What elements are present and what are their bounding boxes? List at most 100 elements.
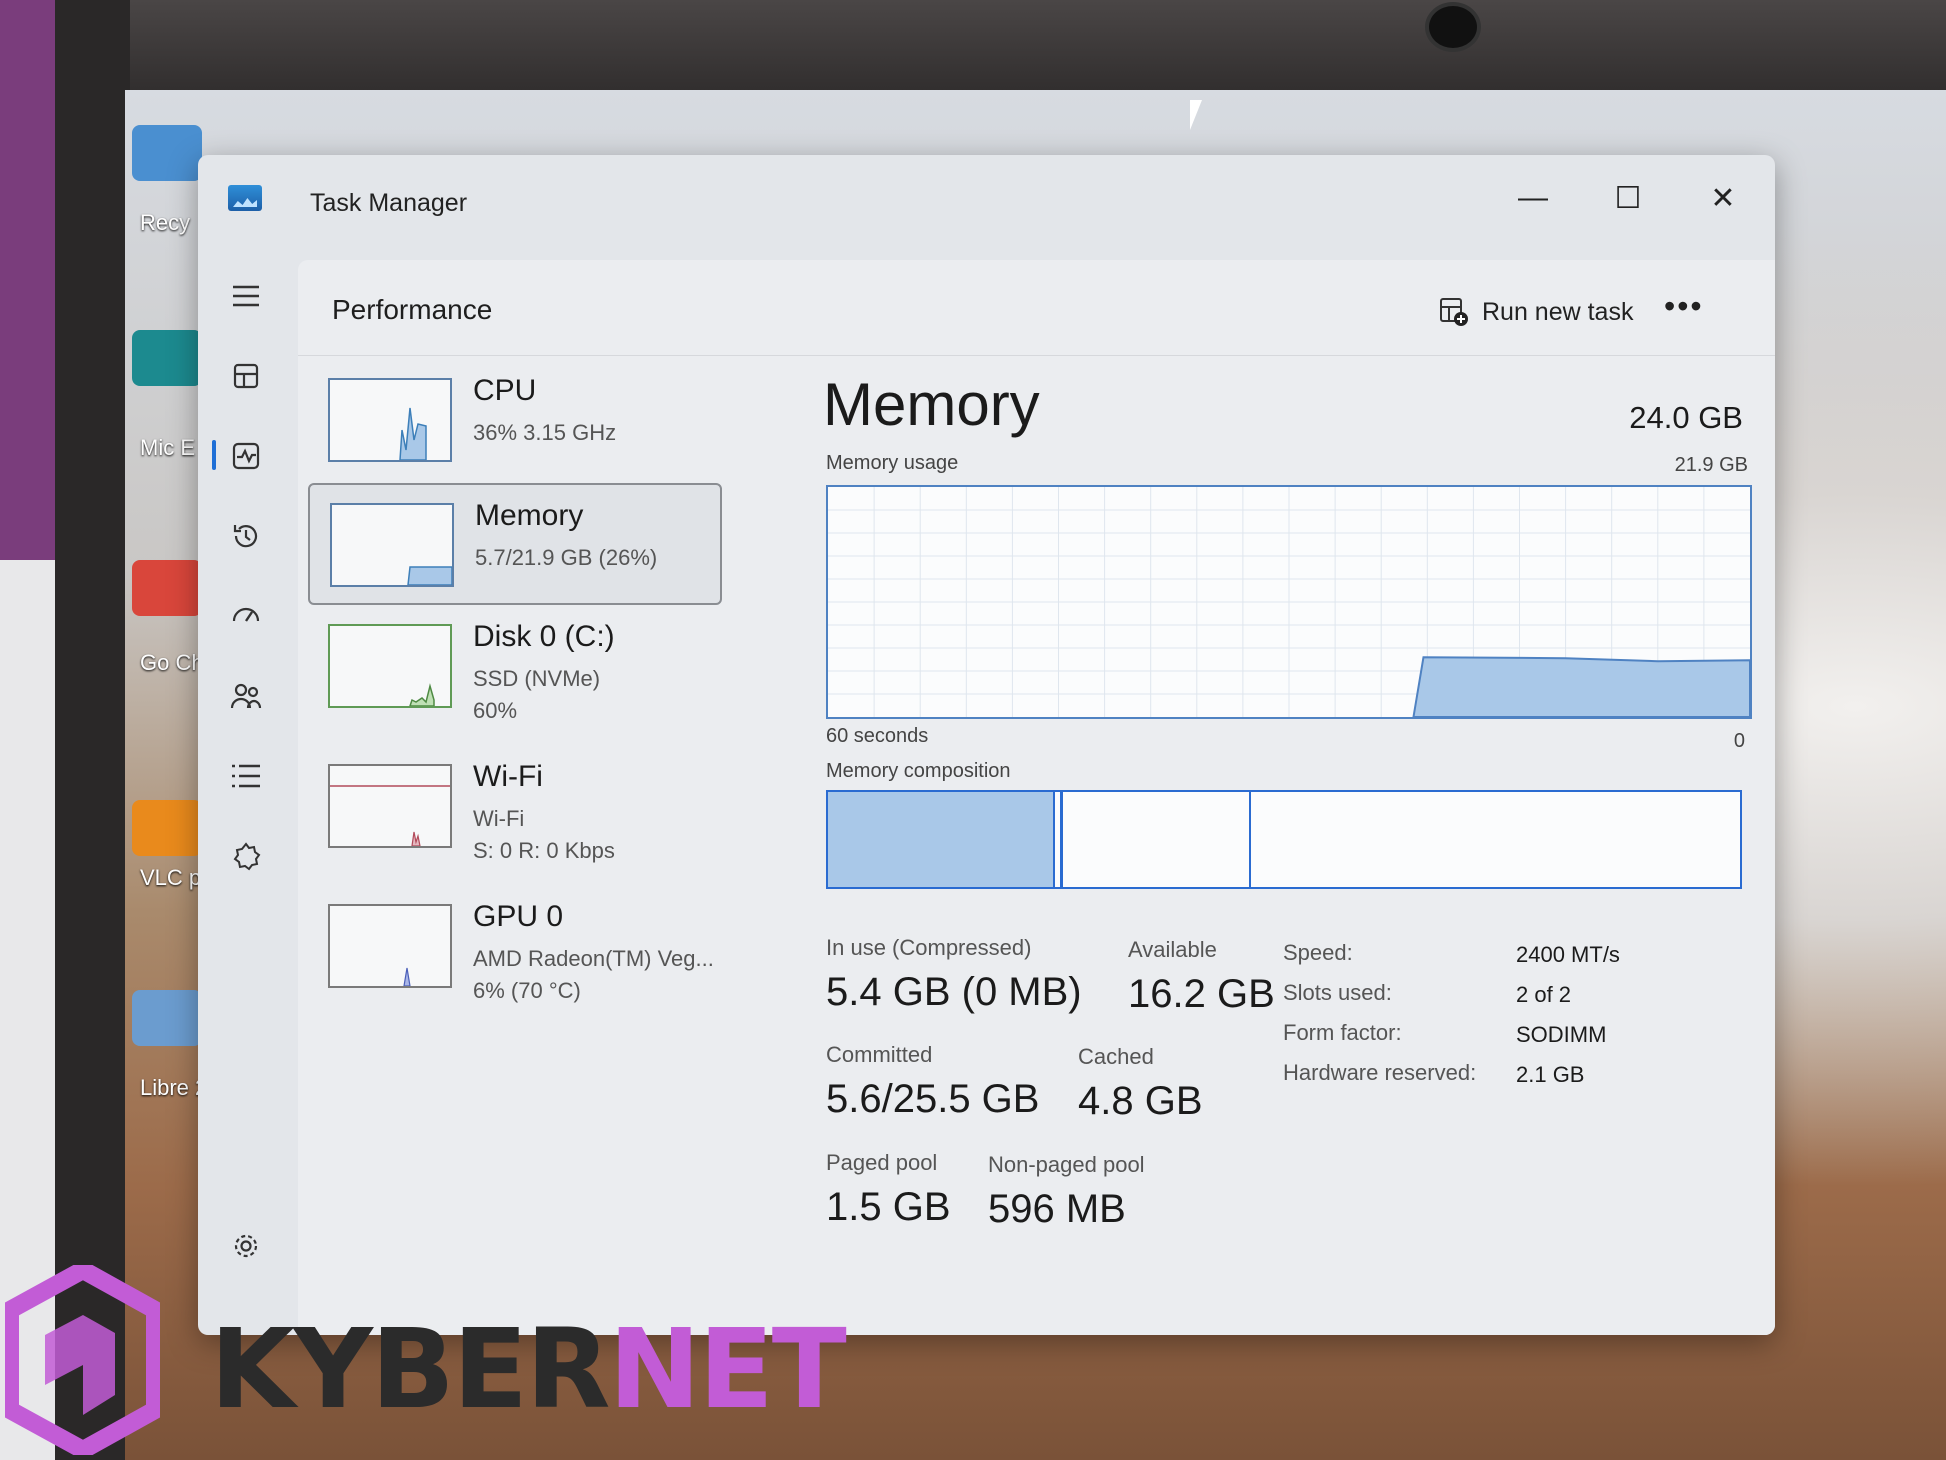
desktop-label: VLC pl [140, 865, 207, 890]
paged-pool-label: Paged pool [826, 1150, 938, 1175]
committed-label: Committed [826, 1042, 933, 1067]
slots-used-label: Slots used: [1283, 980, 1392, 1005]
resource-title: Memory [475, 499, 584, 532]
title-bar[interactable]: Task Manager — ☐ ✕ [198, 155, 1775, 260]
available-value: 16.2 GB [1128, 972, 1275, 1016]
window-title: Task Manager [310, 189, 468, 217]
resource-title: Disk 0 (C:) [473, 620, 615, 653]
desktop-label: Recy [140, 210, 191, 235]
composition-free [1251, 792, 1740, 887]
kybernet-watermark: KYBERNET [0, 1265, 847, 1460]
task-manager-app-icon [228, 185, 262, 211]
disk-mini-graph [328, 624, 452, 708]
cached-label: Cached [1078, 1044, 1154, 1069]
resource-item-disk[interactable]: Disk 0 (C:) SSD (NVMe) 60% [308, 606, 718, 724]
close-button[interactable]: ✕ [1688, 173, 1758, 223]
watermark-text-part2: NET [608, 1305, 847, 1433]
startup-apps-icon[interactable] [220, 590, 272, 642]
resource-item-memory[interactable]: Memory 5.7/21.9 GB (26%) [308, 483, 722, 605]
wifi-mini-graph [328, 764, 452, 848]
page-title: Performance [332, 294, 493, 325]
app-history-icon[interactable] [220, 510, 272, 562]
in-use-value: 5.4 GB (0 MB) [826, 970, 1082, 1014]
resource-detail: S: 0 R: 0 Kbps [473, 838, 615, 863]
memory-usage-max: 21.9 GB [1674, 454, 1748, 476]
mouse-cursor-icon [1190, 100, 1202, 130]
details-icon[interactable] [220, 750, 272, 802]
gpu-mini-graph [328, 904, 452, 988]
memory-usage-chart [828, 487, 1751, 718]
menu-icon[interactable] [220, 270, 272, 322]
vlc-shortcut-icon[interactable] [132, 800, 202, 856]
task-manager-window: Task Manager — ☐ ✕ Performance Run new t… [198, 155, 1775, 1335]
paged-pool-value: 1.5 GB [826, 1185, 951, 1229]
more-options-button[interactable]: ••• [1664, 288, 1704, 325]
slots-used-value: 2 of 2 [1516, 982, 1572, 1007]
memory-usage-graph [826, 485, 1752, 719]
form-factor-value: SODIMM [1516, 1022, 1607, 1047]
form-factor-label: Form factor: [1283, 1020, 1402, 1045]
resource-detail: 6% (70 °C) [473, 978, 581, 1003]
navigation-rail [198, 260, 298, 1335]
processes-icon[interactable] [220, 350, 272, 402]
run-new-task-button[interactable]: Run new task [1428, 290, 1643, 334]
content-pane: Performance Run new task ••• CPU 36% 3.1… [298, 260, 1775, 1335]
watermark-text: KYBERNET [210, 1305, 847, 1433]
resource-detail: 36% 3.15 GHz [473, 420, 617, 445]
resource-title: CPU [473, 374, 537, 407]
speed-label: Speed: [1283, 940, 1353, 965]
cached-value: 4.8 GB [1078, 1079, 1203, 1123]
resource-detail: AMD Radeon(TM) Veg... [473, 946, 714, 971]
composition-standby [1063, 792, 1251, 887]
services-icon[interactable] [220, 830, 272, 882]
resource-detail: SSD (NVMe) [473, 666, 601, 691]
run-new-task-label: Run new task [1482, 297, 1634, 326]
detail-title: Memory [823, 371, 1040, 438]
committed-value: 5.6/25.5 GB [826, 1077, 1040, 1121]
users-icon[interactable] [220, 670, 272, 722]
resource-detail: 60% [473, 698, 518, 723]
memory-usage-area [1412, 656, 1751, 718]
laptop-bezel-left [55, 0, 130, 1460]
resource-item-cpu[interactable]: CPU 36% 3.15 GHz [308, 360, 718, 478]
hardware-reserved-label: Hardware reserved: [1283, 1060, 1477, 1085]
chrome-shortcut-icon[interactable] [132, 560, 202, 616]
resource-title: Wi-Fi [473, 760, 543, 793]
non-paged-pool-value: 596 MB [988, 1187, 1126, 1231]
cpu-mini-graph [328, 378, 452, 462]
resource-item-wifi[interactable]: Wi-Fi Wi-Fi S: 0 R: 0 Kbps [308, 746, 718, 864]
selected-nav-indicator [212, 440, 216, 470]
kybernet-logo-icon [5, 1265, 160, 1455]
hardware-reserved-value: 2.1 GB [1516, 1062, 1585, 1087]
composition-in-use [828, 792, 1055, 887]
recycle-bin-icon[interactable] [132, 125, 202, 181]
run-task-icon [1440, 298, 1468, 326]
graph-time-label: 60 seconds [826, 725, 929, 747]
background-wall [0, 0, 60, 560]
in-use-label: In use (Compressed) [826, 935, 1032, 960]
graph-zero-label: 0 [1733, 730, 1745, 752]
libreoffice-shortcut-icon[interactable] [132, 990, 202, 1046]
memory-detail-panel: Memory 24.0 GB Memory usage 21.9 GB 60 s… [823, 360, 1763, 1320]
performance-icon[interactable] [220, 430, 272, 482]
total-memory: 24.0 GB [1629, 400, 1743, 435]
page-header: Performance Run new task ••• [298, 260, 1775, 356]
resource-item-gpu[interactable]: GPU 0 AMD Radeon(TM) Veg... 6% (70 °C) [308, 886, 718, 1004]
memory-composition-bar [826, 790, 1742, 889]
resource-detail: Wi-Fi [473, 806, 525, 831]
resource-title: GPU 0 [473, 900, 564, 933]
watermark-text-part1: KYBER [210, 1305, 611, 1433]
available-label: Available [1128, 937, 1217, 962]
webcam [1425, 2, 1481, 52]
maximize-button[interactable]: ☐ [1593, 173, 1663, 223]
non-paged-pool-label: Non-paged pool [988, 1152, 1145, 1177]
memory-usage-label: Memory usage [826, 452, 959, 474]
minimize-button[interactable]: — [1498, 173, 1568, 223]
speed-value: 2400 MT/s [1516, 942, 1620, 967]
laptop-bezel [0, 0, 1946, 100]
desktop-label: Mic E [140, 435, 195, 460]
edge-shortcut-icon[interactable] [132, 330, 202, 386]
resource-detail: 5.7/21.9 GB (26%) [475, 545, 658, 570]
memory-mini-graph [330, 503, 454, 587]
memory-composition-label: Memory composition [826, 760, 1011, 782]
